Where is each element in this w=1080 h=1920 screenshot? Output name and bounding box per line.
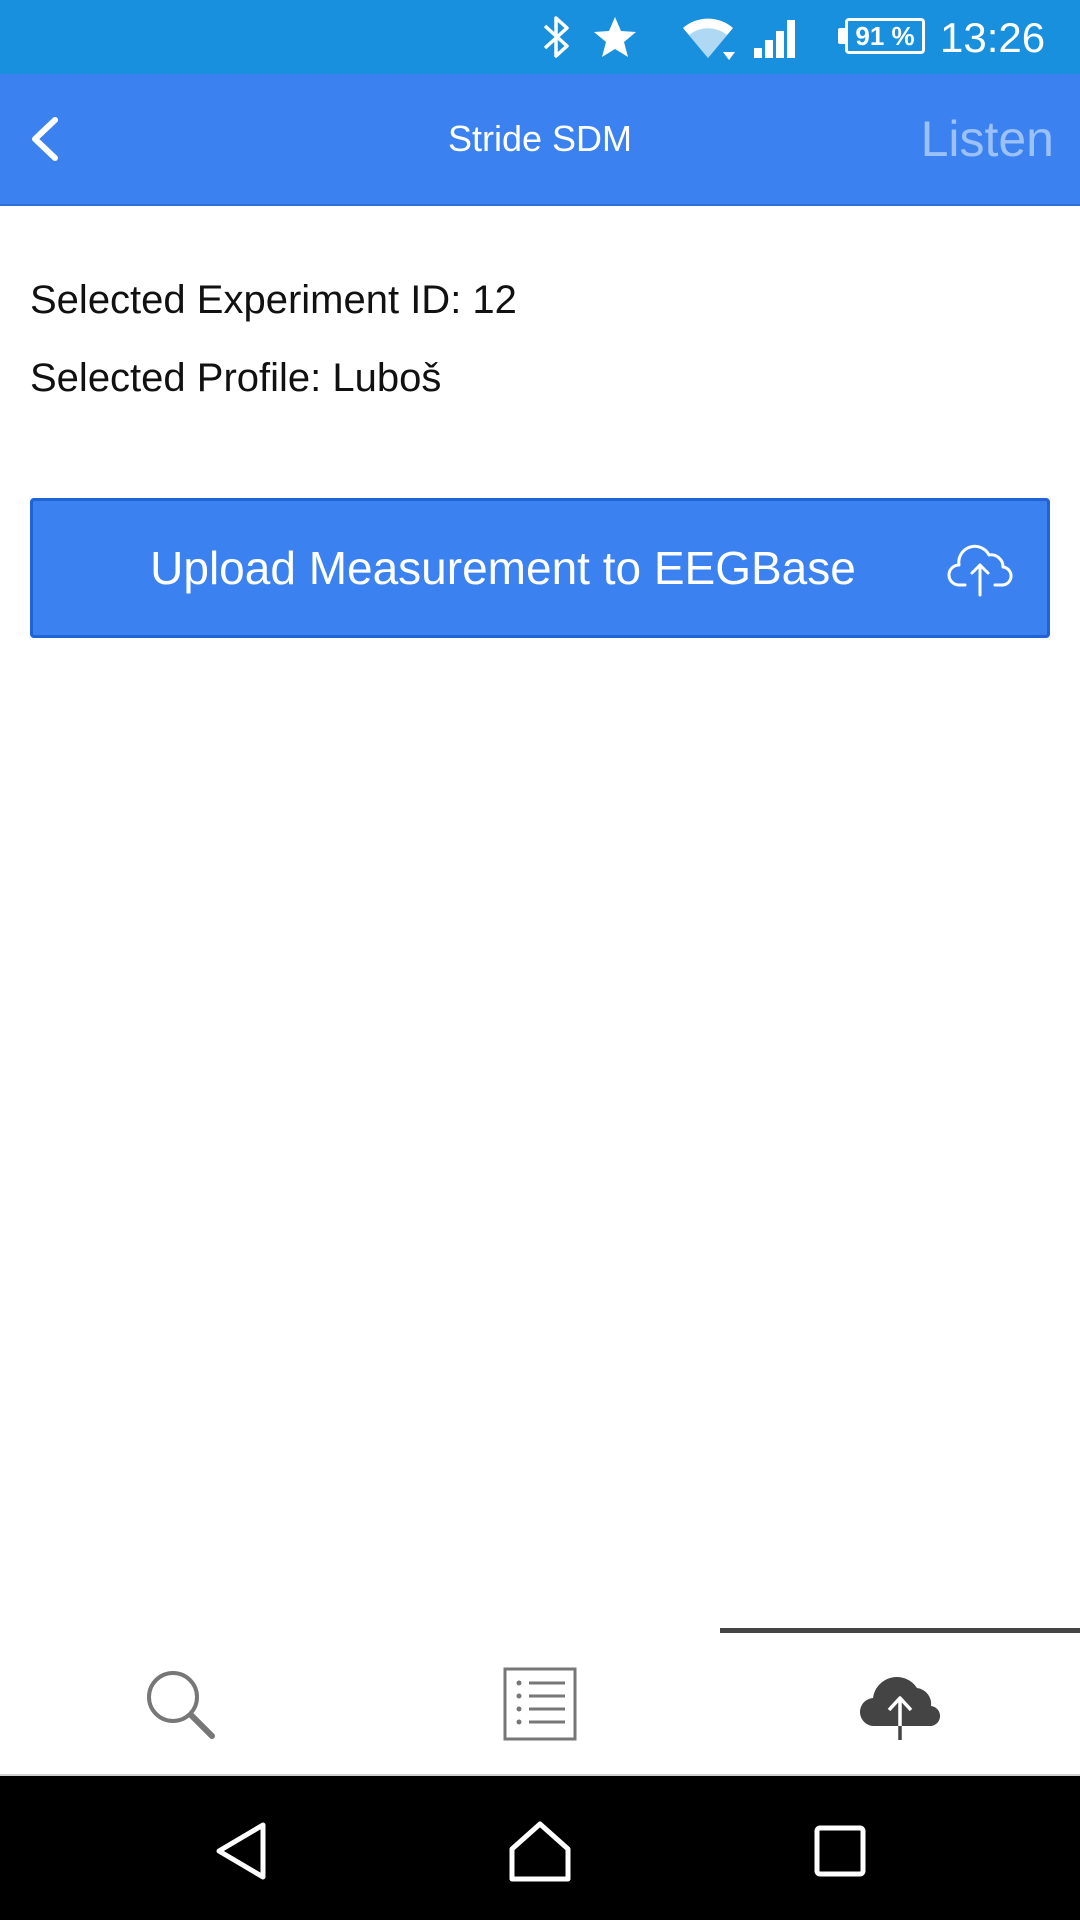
status-bar: 91 % 13:26 (0, 0, 1080, 74)
selected-experiment-label: Selected Experiment ID: 12 (30, 278, 517, 322)
selected-profile-label: Selected Profile: Luboš (30, 356, 442, 400)
cloud-upload-icon (947, 544, 1013, 597)
nav-home-button[interactable] (495, 1806, 585, 1896)
back-icon (216, 1822, 266, 1880)
navigation-bar (0, 1776, 1080, 1920)
home-icon (509, 1821, 571, 1882)
wifi-icon (678, 12, 738, 62)
listen-button[interactable]: Listen (921, 74, 1054, 204)
upload-measurement-button[interactable]: Upload Measurement to EEGBase (30, 498, 1050, 638)
star-icon (590, 12, 640, 62)
app-bar: Stride SDM Listen (0, 74, 1080, 206)
back-button[interactable] (10, 104, 80, 174)
upload-button-label: Upload Measurement to EEGBase (150, 542, 856, 594)
tab-search[interactable] (0, 1633, 360, 1774)
nav-back-button[interactable] (196, 1806, 286, 1896)
battery-indicator: 91 % (845, 18, 925, 54)
cloud-upload-icon (859, 1676, 941, 1740)
bluetooth-icon (536, 12, 576, 62)
clock: 13:26 (940, 14, 1046, 61)
tab-upload[interactable] (720, 1633, 1080, 1774)
recents-icon (814, 1825, 866, 1877)
signal-icon (750, 12, 804, 62)
nav-recents-button[interactable] (795, 1806, 885, 1896)
chevron-left-icon (32, 117, 58, 161)
screen: 91 % 13:26 Stride SDM Listen Selected Ex… (0, 0, 1080, 1920)
tab-list[interactable] (360, 1633, 720, 1774)
page-title: Stride SDM (447, 118, 633, 159)
tab-bar (0, 1628, 1080, 1774)
search-icon (147, 1670, 215, 1739)
list-icon (503, 1667, 577, 1740)
